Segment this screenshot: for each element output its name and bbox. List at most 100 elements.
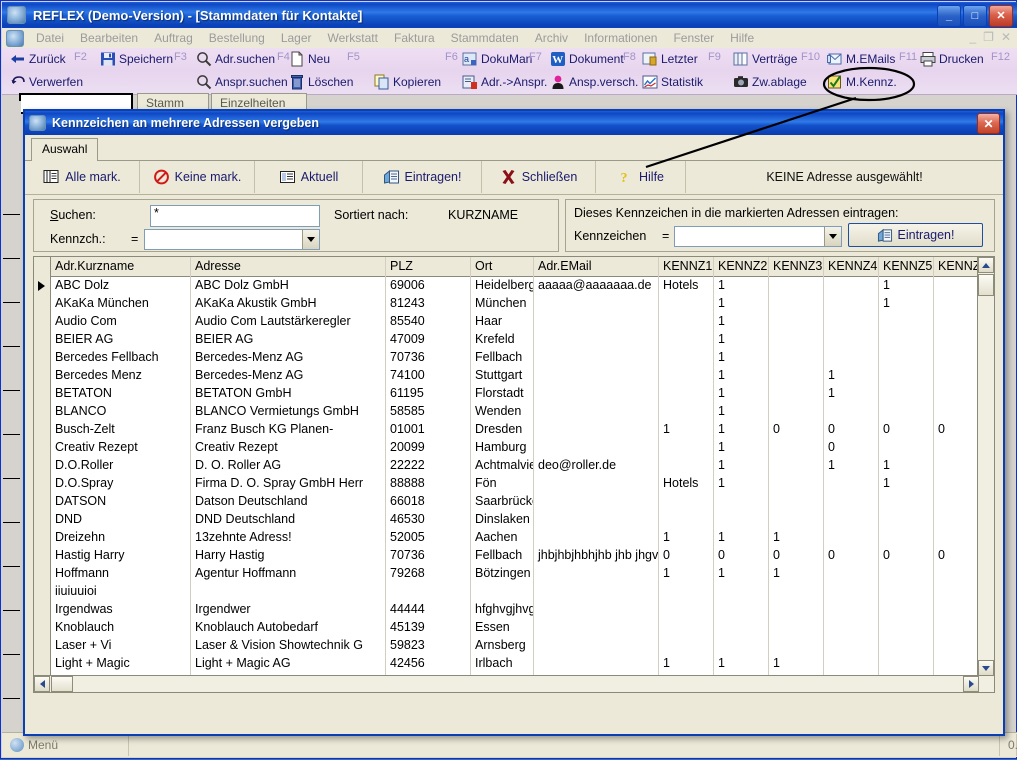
kennzch-combo[interactable] <box>144 229 320 250</box>
table-cell[interactable]: Irlbach <box>471 655 534 673</box>
maximize-button[interactable]: □ <box>963 5 987 27</box>
table-cell[interactable] <box>534 601 659 619</box>
table-cell[interactable] <box>879 367 934 385</box>
table-cell[interactable] <box>934 583 979 601</box>
table-row[interactable]: Hastig Harry Harry Hastig 70736 Fellbach jhb… <box>34 547 979 565</box>
table-cell[interactable] <box>659 403 714 421</box>
table-cell[interactable] <box>769 385 824 403</box>
menu-item-faktura[interactable]: Faktura <box>386 30 443 46</box>
table-cell[interactable] <box>824 295 879 313</box>
table-row[interactable]: Light + Magic Light + Magic AG 42456 Irlbac… <box>34 655 979 673</box>
table-cell[interactable] <box>659 385 714 403</box>
grid-vertical-scrollbar[interactable] <box>977 257 994 676</box>
table-cell[interactable]: Wenden <box>471 403 534 421</box>
table-cell[interactable]: BEIER AG <box>51 331 191 349</box>
table-cell[interactable] <box>934 655 979 673</box>
scroll-left-button[interactable] <box>34 676 50 692</box>
menu-item-lager[interactable]: Lager <box>273 30 320 46</box>
table-row[interactable]: iiuiuuioi <box>34 583 979 601</box>
table-cell[interactable] <box>934 403 979 421</box>
table-cell[interactable]: Dreizehn <box>51 529 191 547</box>
table-cell[interactable] <box>879 655 934 673</box>
dialog-close-button[interactable]: ✕ <box>977 113 1000 134</box>
table-cell[interactable]: Haar <box>471 313 534 331</box>
toolbar-button-speichern[interactable]: Speichern <box>100 48 173 70</box>
table-cell[interactable]: 47009 <box>386 331 471 349</box>
grid-column-header[interactable]: KENNZ2 <box>714 257 769 276</box>
table-cell[interactable]: Bercedes Fellbach <box>51 349 191 367</box>
table-cell[interactable]: D.O.Roller <box>51 457 191 475</box>
table-cell[interactable]: 70736 <box>386 547 471 565</box>
chevron-down-icon[interactable] <box>302 230 319 249</box>
menu-item-archiv[interactable]: Archiv <box>527 30 576 46</box>
scroll-up-button[interactable] <box>978 257 994 273</box>
table-cell[interactable]: Achtmalvier <box>471 457 534 475</box>
table-cell[interactable] <box>659 295 714 313</box>
table-cell[interactable] <box>534 655 659 673</box>
table-row[interactable]: Hoffmann Agentur Hoffmann 79268 Bötzingen 1 1… <box>34 565 979 583</box>
table-cell[interactable]: Franz Busch KG Planen- <box>191 421 386 439</box>
toolbar-button-dokuman[interactable]: a DokuMan <box>462 48 532 70</box>
table-cell[interactable]: Hotels <box>659 475 714 493</box>
table-cell[interactable] <box>659 637 714 655</box>
table-cell[interactable]: 1 <box>879 295 934 313</box>
toolbar-button-dokument[interactable]: W Dokument <box>550 48 624 70</box>
grid-column-header[interactable]: Ort <box>471 257 534 276</box>
table-cell[interactable]: 20099 <box>386 439 471 457</box>
table-cell[interactable] <box>879 403 934 421</box>
table-cell[interactable]: ABC Dolz GmbH <box>191 277 386 295</box>
table-cell[interactable]: Busch-Zelt <box>51 421 191 439</box>
table-cell[interactable] <box>534 349 659 367</box>
table-cell[interactable] <box>879 313 934 331</box>
status-menu-cell[interactable]: Menü <box>2 734 129 756</box>
table-cell[interactable]: 81243 <box>386 295 471 313</box>
table-cell[interactable] <box>769 637 824 655</box>
table-cell[interactable]: 1 <box>824 367 879 385</box>
table-cell[interactable]: aaaaa@aaaaaaa.de <box>534 277 659 295</box>
table-cell[interactable]: AKaKa Akustik GmbH <box>191 295 386 313</box>
table-cell[interactable]: Saarbrücken <box>471 493 534 511</box>
table-cell[interactable]: 1 <box>769 565 824 583</box>
grid-column-header[interactable]: KENNZ3 <box>769 257 824 276</box>
toolbar-button-m-kennz[interactable]: M.Kennz. <box>827 71 897 93</box>
table-cell[interactable] <box>934 493 979 511</box>
table-cell[interactable]: 1 <box>714 421 769 439</box>
table-cell[interactable] <box>879 439 934 457</box>
table-cell[interactable]: 1 <box>714 331 769 349</box>
table-cell[interactable] <box>769 439 824 457</box>
table-cell[interactable] <box>714 637 769 655</box>
table-cell[interactable] <box>534 511 659 529</box>
table-cell[interactable]: DND Deutschland <box>191 511 386 529</box>
table-cell[interactable] <box>659 619 714 637</box>
table-cell[interactable]: Audio Com Lautstärkeregler <box>191 313 386 331</box>
table-cell[interactable] <box>534 637 659 655</box>
table-cell[interactable] <box>934 637 979 655</box>
table-cell[interactable]: München <box>471 295 534 313</box>
table-cell[interactable]: Laser & Vision Showtechnik G <box>191 637 386 655</box>
table-cell[interactable]: iiuiuuioi <box>51 583 191 601</box>
toolbar-button-neu[interactable]: Neu <box>289 48 330 70</box>
table-cell[interactable] <box>824 619 879 637</box>
table-cell[interactable] <box>769 583 824 601</box>
table-cell[interactable]: 69006 <box>386 277 471 295</box>
table-cell[interactable] <box>879 637 934 655</box>
toolbar-button-kopieren[interactable]: Kopieren <box>374 71 441 93</box>
table-cell[interactable] <box>934 457 979 475</box>
close-button[interactable]: ✕ <box>989 5 1013 27</box>
table-cell[interactable] <box>659 457 714 475</box>
table-cell[interactable] <box>934 475 979 493</box>
table-cell[interactable]: 45139 <box>386 619 471 637</box>
table-cell[interactable]: 46530 <box>386 511 471 529</box>
table-cell[interactable]: 1 <box>879 457 934 475</box>
table-cell[interactable] <box>534 583 659 601</box>
table-cell[interactable] <box>659 313 714 331</box>
table-cell[interactable]: Bötzingen <box>471 565 534 583</box>
table-cell[interactable]: jhbjhbjhbhjhb jhb jhgv <box>534 547 659 565</box>
table-cell[interactable] <box>534 295 659 313</box>
table-cell[interactable] <box>769 619 824 637</box>
table-cell[interactable] <box>659 331 714 349</box>
table-cell[interactable]: 0 <box>769 421 824 439</box>
chevron-down-icon[interactable] <box>824 227 841 246</box>
table-cell[interactable] <box>659 601 714 619</box>
toolbar-button-anspr-suchen[interactable]: Anspr.suchen <box>196 71 288 93</box>
